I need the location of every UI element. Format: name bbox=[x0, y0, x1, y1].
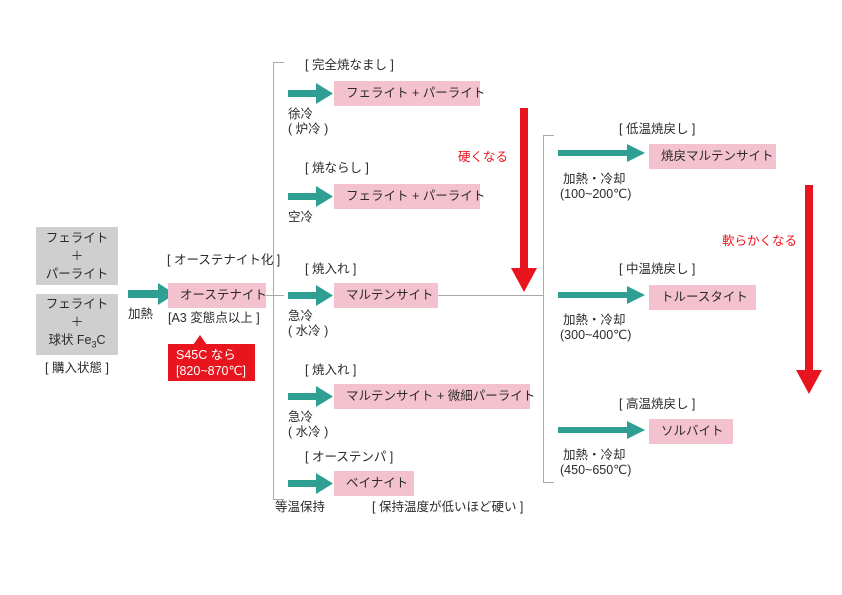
label-getting-softer: 軟らかくなる bbox=[722, 234, 798, 248]
start-box-ferrite-spheroidal-cementite: フェライト ＋ 球状 Fe3C bbox=[36, 294, 118, 355]
start-caption: [ 購入状態 ] bbox=[45, 361, 109, 375]
start-box1-line2: ＋ bbox=[70, 249, 84, 263]
temper-3-condition-line1: 加熱・冷却 bbox=[563, 448, 626, 462]
start-box2-line1: フェライト bbox=[45, 297, 109, 312]
temper-3-result-box: ソルバイト bbox=[649, 419, 733, 444]
branch-3-header: [ 焼入れ ] bbox=[305, 262, 357, 276]
branch-1-cooling-line2: ( 炉冷 ) bbox=[288, 122, 329, 136]
arrow-temper-3-icon bbox=[558, 421, 645, 439]
branch-bracket-middle bbox=[273, 62, 284, 500]
start-box1-line3: パーライト bbox=[45, 267, 109, 281]
austenitize-note: [A3 変態点以上 ] bbox=[168, 311, 260, 325]
temper-3-header: [ 高温焼戻し ] bbox=[619, 397, 696, 411]
callout-line-1: S45C なら bbox=[176, 348, 236, 362]
branch-2-cooling-line1: 空冷 bbox=[288, 210, 314, 224]
branch-3-result-box: マルテンサイト bbox=[334, 283, 438, 308]
heat-treatment-diagram: フェライト ＋ パーライト フェライト ＋ 球状 Fe3C [ 購入状態 ] 加… bbox=[0, 0, 842, 595]
label-getting-harder: 硬くなる bbox=[458, 150, 509, 164]
branch-1-cooling-line1: 徐冷 bbox=[288, 107, 314, 121]
start-box1-line1: フェライト bbox=[45, 231, 109, 245]
branch-3-cooling-line1: 急冷 bbox=[288, 309, 314, 323]
connector-martensite-to-tempering bbox=[438, 295, 544, 296]
temper-2-condition-line1: 加熱・冷却 bbox=[563, 313, 626, 327]
temper-2-condition-line2: (300~400℃) bbox=[560, 328, 632, 342]
s45c-temperature-callout: S45C なら [820~870℃] bbox=[168, 344, 255, 381]
branch-1-header: [ 完全焼なまし ] bbox=[305, 58, 394, 72]
temper-2-result-box: トルースタイト bbox=[649, 285, 756, 310]
arrow-temper-2-icon bbox=[558, 286, 645, 304]
temper-2-header: [ 中温焼戻し ] bbox=[619, 262, 696, 276]
branch-bracket-right bbox=[543, 135, 554, 483]
branch-5-header: [ オーステンパ ] bbox=[305, 450, 394, 464]
start-box2-line3: 球状 Fe3C bbox=[48, 333, 106, 350]
temper-1-header: [ 低温焼戻し ] bbox=[619, 122, 696, 136]
branch-5-result-box: ベイナイト bbox=[334, 471, 414, 496]
arrow-getting-harder-icon bbox=[511, 108, 537, 292]
temper-1-result-box: 焼戻マルテンサイト bbox=[649, 144, 776, 169]
branch-4-cooling-line2: ( 水冷 ) bbox=[288, 425, 329, 439]
arrow-branch-4-icon bbox=[288, 386, 333, 407]
austenitize-arrow-label: 加熱 bbox=[128, 307, 154, 321]
callout-line-2: [820~870℃] bbox=[176, 364, 246, 378]
temper-1-condition-line2: (100~200℃) bbox=[560, 187, 632, 201]
middle-footnote: [ 保持温度が低いほど硬い ] bbox=[372, 500, 524, 514]
start-box-ferrite-pearlite: フェライト ＋ パーライト bbox=[36, 227, 118, 285]
arrow-branch-5-icon bbox=[288, 473, 333, 494]
branch-2-result-box: フェライト + パーライト bbox=[334, 184, 485, 209]
temper-3-condition-line2: (450~650℃) bbox=[560, 463, 632, 477]
arrow-getting-softer-icon bbox=[796, 185, 822, 394]
start-box2-line2: ＋ bbox=[70, 315, 84, 330]
branch-5-cooling-line1: 等温保持 bbox=[275, 500, 326, 514]
arrow-branch-2-icon bbox=[288, 186, 333, 207]
austenitize-header: [ オーステナイト化 ] bbox=[167, 253, 281, 267]
arrow-temper-1-icon bbox=[558, 144, 645, 162]
branch-2-header: [ 焼ならし ] bbox=[305, 161, 369, 175]
branch-4-header: [ 焼入れ ] bbox=[305, 363, 357, 377]
branch-4-cooling-line1: 急冷 bbox=[288, 410, 314, 424]
branch-3-cooling-line2: ( 水冷 ) bbox=[288, 324, 329, 338]
temper-1-condition-line1: 加熱・冷却 bbox=[563, 172, 626, 186]
austenite-result-box: オーステナイト bbox=[168, 283, 267, 308]
branch-4-result-box: マルテンサイト + 微細パーライト bbox=[334, 384, 535, 409]
branch-1-result-box: フェライト + パーライト bbox=[334, 81, 485, 106]
arrow-branch-3-icon bbox=[288, 285, 333, 306]
arrow-branch-1-icon bbox=[288, 83, 333, 104]
